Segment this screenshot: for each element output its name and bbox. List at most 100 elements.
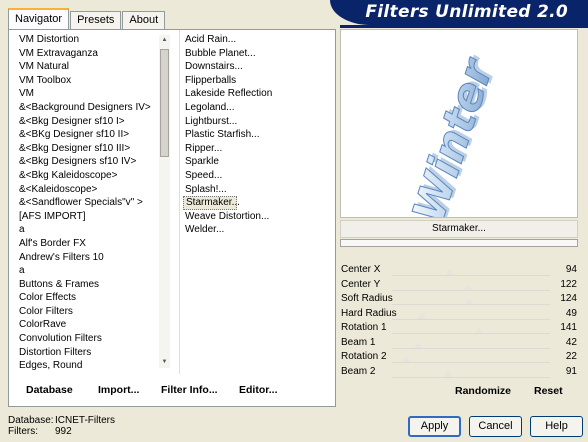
category-item[interactable]: Edges, Round bbox=[17, 359, 165, 373]
app-header: Filters Unlimited 2.0 bbox=[330, 0, 588, 28]
category-item[interactable]: VM Distortion bbox=[17, 33, 165, 47]
editor-button[interactable]: Editor... bbox=[239, 384, 278, 396]
list-divider bbox=[179, 30, 180, 374]
filter-item[interactable]: Sparkle bbox=[183, 155, 333, 169]
slider-thumb[interactable] bbox=[464, 298, 473, 304]
slider-value: 91 bbox=[565, 365, 577, 377]
category-item[interactable]: a bbox=[17, 223, 165, 237]
category-item[interactable]: Color Effects bbox=[17, 291, 165, 305]
category-item[interactable]: [AFS IMPORT] bbox=[17, 210, 165, 224]
apply-button[interactable]: Apply bbox=[408, 416, 461, 437]
category-item[interactable]: Distortion Filters bbox=[17, 346, 165, 360]
filter-item[interactable]: Splash!... bbox=[183, 183, 333, 197]
reset-button[interactable]: Reset bbox=[534, 385, 563, 397]
filter-item[interactable]: Flipperballs bbox=[183, 74, 333, 88]
filter-item[interactable]: Weave Distortion... bbox=[183, 210, 333, 224]
slider-row: Rotation 2 22 bbox=[340, 350, 580, 365]
scroll-up-icon[interactable]: ▲ bbox=[159, 35, 170, 46]
category-list: VM Distortion VM Extravaganza VM Natural VM… bbox=[17, 33, 165, 373]
database-label: Database: bbox=[8, 415, 54, 426]
category-item[interactable]: &<Bkg Designers sf10 IV> bbox=[17, 155, 165, 169]
preview-text: Winter bbox=[403, 54, 504, 218]
category-item[interactable]: VM bbox=[17, 87, 165, 101]
navigator-buttons: Database Import... Filter Info... Editor… bbox=[9, 382, 337, 402]
category-item[interactable]: Buttons & Frames bbox=[17, 278, 165, 292]
category-item[interactable]: Alf's Border FX bbox=[17, 237, 165, 251]
slider-track[interactable] bbox=[392, 318, 550, 320]
tab-navigator[interactable]: Navigator bbox=[8, 8, 70, 29]
slider-value: 122 bbox=[560, 278, 577, 290]
slider-value: 22 bbox=[565, 351, 577, 362]
cancel-button[interactable]: Cancel bbox=[469, 416, 522, 437]
slider-label: Rotation 2 bbox=[341, 351, 387, 362]
navigator-panel: VM Distortion VM Extravaganza VM Natural VM… bbox=[8, 29, 336, 407]
category-item[interactable]: VM Toolbox bbox=[17, 74, 165, 88]
filters-label: Filters: bbox=[8, 426, 38, 437]
slider-track[interactable] bbox=[392, 333, 550, 334]
filter-item[interactable]: Lightburst... bbox=[183, 115, 333, 129]
slider-thumb[interactable] bbox=[418, 312, 427, 319]
scroll-thumb[interactable] bbox=[160, 49, 169, 157]
tab-bar: Navigator Presets About bbox=[8, 8, 166, 29]
filter-item[interactable]: Downstairs... bbox=[183, 60, 333, 74]
help-button[interactable]: Help bbox=[530, 416, 583, 437]
slider-track[interactable] bbox=[392, 362, 550, 363]
category-item[interactable]: &<Bkg Designer sf10 III> bbox=[17, 142, 165, 156]
slider-label: Rotation 1 bbox=[341, 322, 387, 333]
slider-track[interactable] bbox=[392, 347, 550, 349]
category-item[interactable]: &<Background Designers IV> bbox=[17, 101, 165, 115]
tab-about[interactable]: About bbox=[122, 11, 166, 29]
category-item[interactable]: Andrew's Filters 10 bbox=[17, 251, 165, 265]
filter-item[interactable]: Welder... bbox=[183, 223, 333, 237]
category-item[interactable]: &<BKg Designer sf10 II> bbox=[17, 128, 165, 142]
category-item[interactable]: &<Sandflower Specials"v" > bbox=[17, 196, 165, 210]
category-item[interactable]: a bbox=[17, 264, 165, 278]
filter-item[interactable]: Lakeside Reflection bbox=[183, 87, 333, 101]
slider-track[interactable] bbox=[392, 289, 550, 291]
slider-thumb[interactable] bbox=[401, 356, 410, 362]
import-button[interactable]: Import... bbox=[98, 384, 139, 396]
preset-buttons: Randomize Reset bbox=[340, 385, 580, 401]
slider-row: Center Y 122 bbox=[340, 278, 580, 293]
filter-item[interactable]: Starmaker... bbox=[183, 196, 240, 210]
slider-thumb[interactable] bbox=[463, 283, 472, 290]
slider-thumb[interactable] bbox=[475, 327, 484, 333]
slider-track[interactable] bbox=[392, 275, 550, 276]
filter-name-button[interactable]: Starmaker... bbox=[340, 220, 578, 238]
slider-thumb[interactable] bbox=[414, 341, 423, 348]
tab-presets[interactable]: Presets bbox=[70, 11, 122, 29]
preview-area: Winter Winter bbox=[340, 29, 578, 218]
category-item[interactable]: &<Kaleidoscope> bbox=[17, 183, 165, 197]
category-item[interactable]: VM Extravaganza bbox=[17, 47, 165, 61]
slider-track[interactable] bbox=[392, 304, 550, 305]
filter-info-button[interactable]: Filter Info... bbox=[161, 384, 218, 396]
slider-label: Hard Radius bbox=[341, 307, 397, 319]
filter-list: Acid Rain... Bubble Planet... Downstairs..… bbox=[183, 33, 333, 237]
slider-value: 124 bbox=[560, 293, 577, 304]
database-button[interactable]: Database bbox=[26, 384, 73, 396]
randomize-button[interactable]: Randomize bbox=[455, 385, 511, 397]
category-item[interactable]: &<Bkg Designer sf10 I> bbox=[17, 115, 165, 129]
slider-row: Center X 94 bbox=[340, 263, 580, 278]
slider-thumb[interactable] bbox=[446, 269, 455, 275]
slider-row: Rotation 1 141 bbox=[340, 321, 580, 336]
category-item[interactable]: VM Natural bbox=[17, 60, 165, 74]
filter-item[interactable]: Acid Rain... bbox=[183, 33, 333, 47]
filter-item[interactable]: Bubble Planet... bbox=[183, 47, 333, 61]
category-scrollbar[interactable]: ▲ ▼ bbox=[159, 35, 170, 368]
slider-value: 49 bbox=[565, 307, 577, 319]
filter-item[interactable]: Plastic Starfish... bbox=[183, 128, 333, 142]
category-item[interactable]: &<Bkg Kaleidoscope> bbox=[17, 169, 165, 183]
filter-item[interactable]: Ripper... bbox=[183, 142, 333, 156]
slider-value: 42 bbox=[565, 336, 577, 348]
category-item[interactable]: Color Filters bbox=[17, 305, 165, 319]
slider-label: Center X bbox=[341, 264, 381, 275]
slider-track[interactable] bbox=[392, 376, 550, 378]
database-value: ICNET-Filters bbox=[55, 415, 115, 426]
filter-item[interactable]: Speed... bbox=[183, 169, 333, 183]
scroll-down-icon[interactable]: ▼ bbox=[159, 357, 170, 368]
filter-item[interactable]: Legoland... bbox=[183, 101, 333, 115]
slider-thumb[interactable] bbox=[444, 370, 453, 377]
category-item[interactable]: Convolution Filters bbox=[17, 332, 165, 346]
category-item[interactable]: ColorRave bbox=[17, 318, 165, 332]
